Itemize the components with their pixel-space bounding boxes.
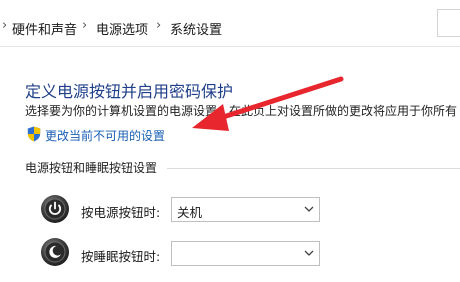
sleep-button-icon (41, 238, 69, 266)
page-title: 定义电源按钮并启用密码保护 (25, 82, 234, 101)
breadcrumb-separator: › (82, 18, 88, 33)
breadcrumb-item-power-options[interactable]: 电源选项 (96, 19, 148, 38)
change-unavailable-settings-link[interactable]: 更改当前不可用的设置 (45, 127, 165, 144)
page-description: 选择要为你的计算机设置的电源设置。在此页上对设置所做的更改将应用于你所有 (25, 104, 458, 118)
chevron-down-icon (304, 206, 314, 212)
chevron-down-icon (304, 250, 314, 256)
breadcrumb-bar: › 硬件和声音 › 电源选项 › 系统设置 (0, 0, 460, 47)
power-button-icon (41, 195, 69, 223)
section-heading: 电源按钮和睡眠按钮设置 (25, 161, 158, 175)
sleep-button-label: 按睡眠按钮时: (81, 249, 161, 264)
uac-shield-icon (27, 126, 41, 142)
breadcrumb-item-hardware-sound[interactable]: 硬件和声音 (12, 19, 77, 38)
power-button-action-select[interactable]: 关机 (171, 197, 320, 222)
power-button-action-value: 关机 (177, 205, 203, 220)
search-input[interactable] (437, 9, 460, 37)
breadcrumb-separator: › (156, 18, 162, 33)
power-button-label: 按电源按钮时: (81, 205, 161, 220)
breadcrumb-item-system-settings[interactable]: 系统设置 (170, 19, 222, 38)
breadcrumb-separator: › (2, 18, 8, 33)
sleep-button-action-select[interactable] (171, 241, 320, 266)
section-divider (167, 168, 460, 169)
